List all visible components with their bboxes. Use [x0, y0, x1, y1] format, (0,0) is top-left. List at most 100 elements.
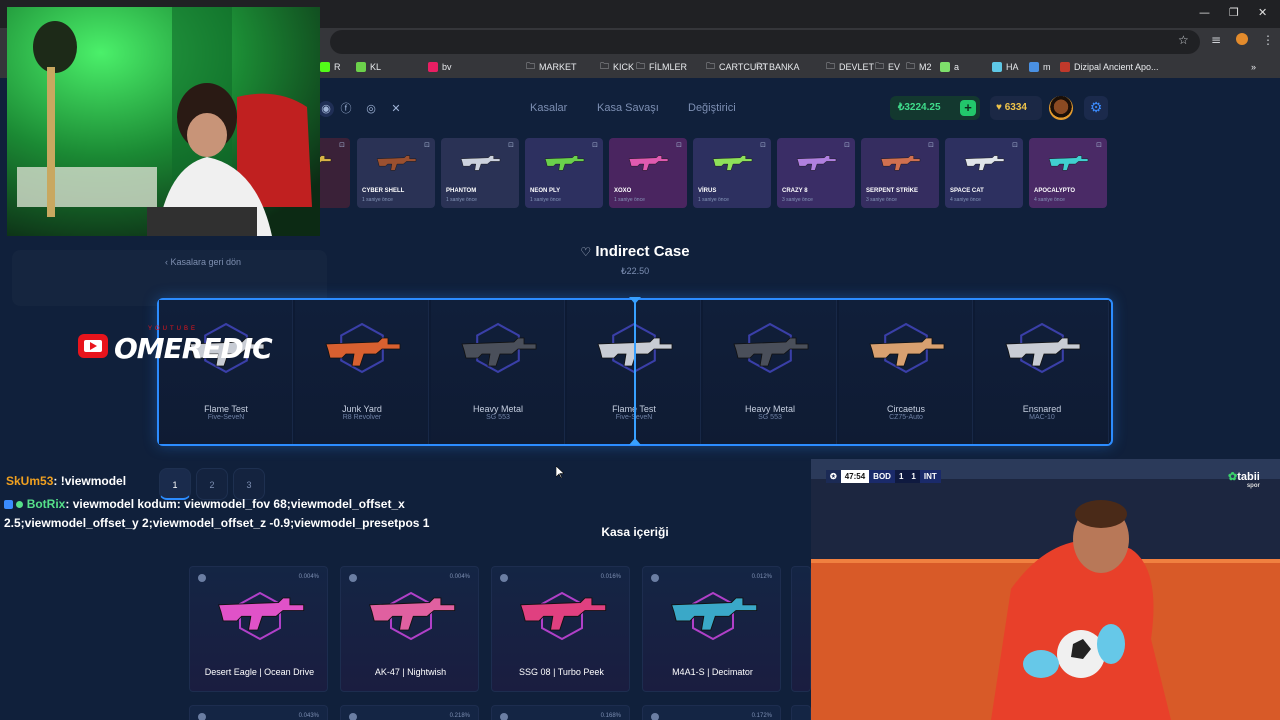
recent-drop-card[interactable]: ⊡ VİRUS 1 saniye önce: [693, 138, 771, 208]
bookmark-item[interactable]: 🗀 DEVLET: [826, 56, 874, 78]
spinner-item: Junk Yard R8 Revolver: [295, 300, 429, 444]
bookmark-label: EV: [888, 62, 901, 72]
drop-chance: 0.004%: [449, 574, 470, 580]
bookmark-item[interactable]: 🗀 KICK: [600, 56, 634, 78]
case-contents-title: Kasa içeriği: [601, 525, 669, 539]
balance-display[interactable]: ₺3224.25 +: [890, 96, 980, 120]
favorite-heart-icon[interactable]: ♡: [580, 245, 595, 259]
item-card-partial[interactable]: [791, 566, 811, 692]
info-icon[interactable]: [349, 713, 357, 720]
bookmark-item[interactable]: 🗀 MARKET: [526, 56, 577, 78]
bookmark-label: m: [1043, 62, 1051, 72]
more-bookmarks-button[interactable]: »: [1251, 56, 1256, 78]
nav-kasa-savasi[interactable]: Kasa Savaşı: [597, 102, 659, 114]
recent-drop-card[interactable]: ⊡ CRAZY 8 3 saniye önce: [777, 138, 855, 208]
gems-display[interactable]: ♥ 6334: [990, 96, 1042, 120]
case-item-card[interactable]: 0.004% Desert Eagle | Ocean Drive: [189, 566, 328, 692]
profile-avatar[interactable]: [1236, 33, 1248, 45]
weapon-name: SG 553: [758, 414, 782, 421]
star-icon: [356, 62, 366, 72]
menu-dots-icon[interactable]: ⋮: [1262, 33, 1274, 47]
bookmark-item[interactable]: 🗀 EV: [875, 56, 900, 78]
page-3-button[interactable]: 3: [233, 468, 265, 500]
user-avatar[interactable]: [1049, 96, 1073, 120]
case-item-card[interactable]: 0.168%: [491, 705, 630, 720]
drop-name: SPACE CAT: [950, 188, 984, 194]
recent-drop-card[interactable]: ⊡ NEON PLY 1 saniye önce: [525, 138, 603, 208]
spinner-item: Flame TestFive-SeveN: [159, 300, 293, 444]
bookmark-item[interactable]: 🗀 FİLMLER: [636, 56, 687, 78]
info-icon[interactable]: [198, 574, 206, 582]
facebook-icon[interactable]: ⓕ: [338, 101, 354, 117]
bookmark-item[interactable]: R: [320, 56, 341, 78]
bookmark-label: DEVLET: [839, 62, 875, 72]
bookmark-item[interactable]: KL: [356, 56, 381, 78]
broadcaster-sub: spor: [1246, 483, 1260, 489]
case-item-card[interactable]: 0.218%: [340, 705, 479, 720]
case-item-card[interactable]: 0.012% M4A1-S | Decimator: [642, 566, 781, 692]
bookmark-item[interactable]: HA: [992, 56, 1019, 78]
nav-kasalar[interactable]: Kasalar: [530, 102, 567, 114]
case-title: ♡ Indirect Case: [560, 243, 710, 260]
info-icon[interactable]: [651, 713, 659, 720]
bookmark-item[interactable]: 🗀 M2: [906, 56, 932, 78]
bookmark-label: bv: [442, 62, 452, 72]
info-icon[interactable]: [198, 713, 206, 720]
maximize-button[interactable]: ❐: [1229, 6, 1239, 19]
recent-drop-card[interactable]: ⊡ CYBER SHELL 1 saniye önce: [357, 138, 435, 208]
bot-badge-icon: [4, 500, 13, 510]
add-funds-button[interactable]: +: [960, 100, 976, 116]
competition-icon: ✪: [826, 470, 841, 483]
drop-name: CYBER SHELL: [362, 188, 405, 194]
info-icon[interactable]: [349, 574, 357, 582]
bookmark-item[interactable]: m: [1029, 56, 1051, 78]
info-icon[interactable]: [651, 574, 659, 582]
case-item-card[interactable]: 0.016% SSG 08 | Turbo Peek: [491, 566, 630, 692]
weapon-image: [459, 150, 501, 176]
bookmark-label: Dizipal Ancient Apo...: [1074, 62, 1159, 72]
page-2-button[interactable]: 2: [196, 468, 228, 500]
weapon-image: [795, 150, 837, 176]
close-button[interactable]: ✕: [1258, 6, 1267, 19]
back-to-cases-link[interactable]: ‹ Kasalara geri dön: [165, 257, 241, 267]
instagram-icon[interactable]: ◎: [363, 101, 379, 117]
weapon-name: SG 553: [486, 414, 510, 421]
folder-icon: 🗀: [756, 62, 766, 72]
recent-drop-card[interactable]: ⊡ APOCALYPTO 4 saniye önce: [1029, 138, 1107, 208]
bookmark-star-icon[interactable]: ☆: [1178, 33, 1189, 47]
recent-drop-card[interactable]: ⊡ SERPENT STRİKE 3 saniye önce: [861, 138, 939, 208]
settings-gear-icon[interactable]: ⚙: [1084, 96, 1108, 120]
spinner-item: Heavy Metal SG 553: [431, 300, 565, 444]
address-bar[interactable]: [330, 30, 1200, 54]
info-icon[interactable]: [500, 713, 508, 720]
recent-drop-card[interactable]: ⊡ SPACE CAT 4 saniye önce: [945, 138, 1023, 208]
media-controls-icon[interactable]: ≡: [1211, 33, 1221, 47]
bookmark-item[interactable]: bv: [428, 56, 452, 78]
case-item-card[interactable]: 0.043%: [189, 705, 328, 720]
discord-icon[interactable]: ◉: [318, 101, 334, 117]
bookmark-item[interactable]: Dizipal Ancient Apo...: [1060, 56, 1159, 78]
chat-message-continued: 2.5;viewmodel_offset_y 2;viewmodel_offse…: [4, 516, 429, 530]
chat-username: SkUm53: [6, 474, 54, 488]
folder-icon: 🗀: [636, 62, 646, 72]
tabii-icon: ✿: [1228, 471, 1238, 483]
drop-name: VİRUS: [698, 188, 717, 194]
bookmark-label: KICK: [613, 62, 635, 72]
gems-value: 6334: [1004, 102, 1027, 113]
page-1-button[interactable]: 1: [159, 468, 191, 500]
recent-drop-card[interactable]: ⊡ XOXO 1 saniye önce: [609, 138, 687, 208]
case-item-card[interactable]: 0.172%: [642, 705, 781, 720]
bookmark-item[interactable]: 🗀 BANKA: [756, 56, 800, 78]
chat-text: : !viewmodel: [53, 474, 127, 488]
recent-drop-card[interactable]: ⊡ PHANTOM 1 saniye önce: [441, 138, 519, 208]
nav-degistirici[interactable]: Değiştirici: [688, 102, 736, 114]
minimize-button[interactable]: —: [1199, 6, 1210, 19]
info-icon[interactable]: [500, 574, 508, 582]
item-card-partial[interactable]: [791, 705, 811, 720]
spinner-item: Ensnared MAC-10: [975, 300, 1109, 444]
case-item-card[interactable]: 0.004% AK-47 | Nightwish: [340, 566, 479, 692]
bookmark-item[interactable]: a: [940, 56, 959, 78]
x-twitter-icon[interactable]: ✕: [388, 101, 404, 117]
webcam-overlay: [7, 7, 320, 236]
weapon-name: Five-SeveN: [207, 414, 245, 421]
